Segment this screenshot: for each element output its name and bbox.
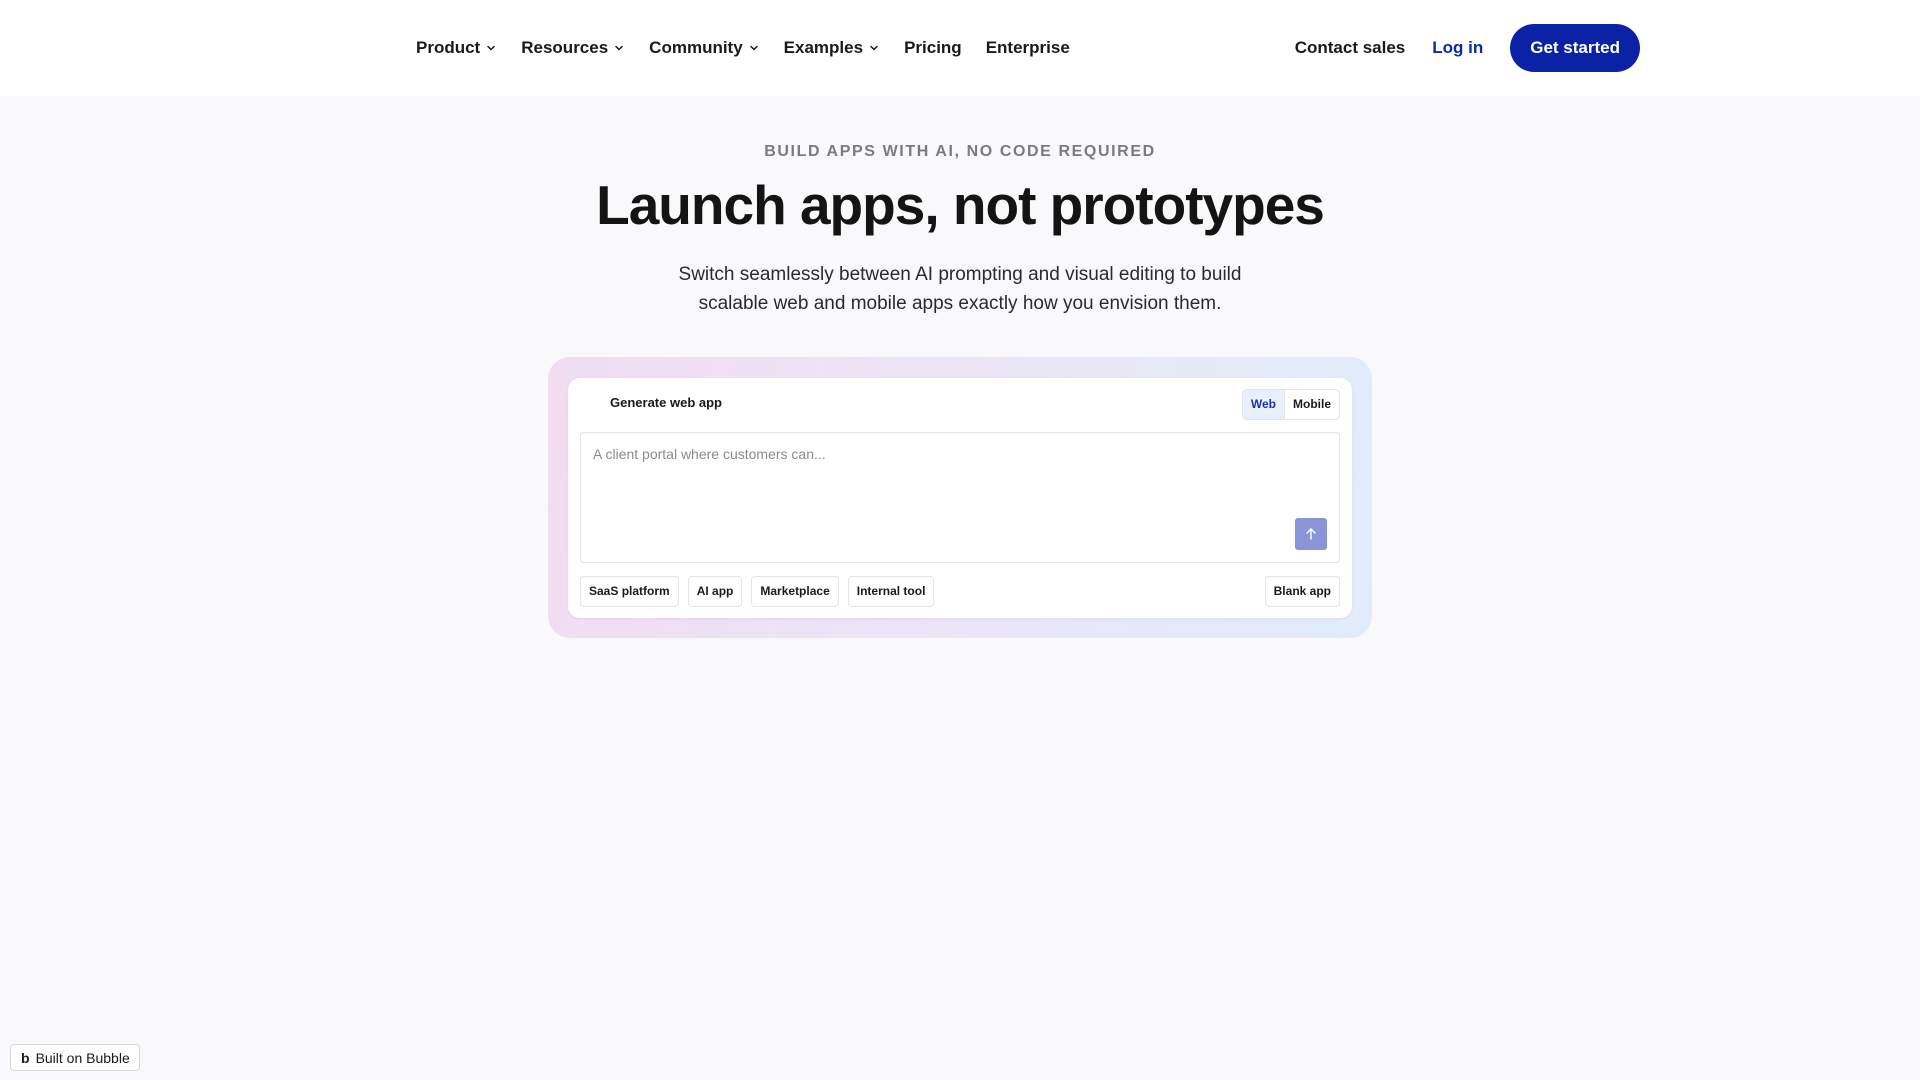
nav-item-label: Product [416, 38, 481, 57]
nav-item-label: Pricing [904, 38, 962, 57]
nav-item-label: Community [649, 38, 743, 57]
hero-subtitle: Switch seamlessly between AI prompting a… [0, 260, 1920, 318]
chip-ai-app[interactable]: AI app [687, 576, 743, 607]
site-header: Product Resources Community Examples Pri… [0, 0, 1920, 96]
badge-label: Built on Bubble [35, 1049, 130, 1066]
platform-toggle: Web Mobile [1241, 389, 1340, 420]
chevron-down-icon [749, 45, 758, 51]
hero-eyebrow: BUILD APPS WITH AI, NO CODE REQUIRED [764, 143, 1156, 160]
nav-item-enterprise[interactable]: Enterprise [986, 38, 1070, 58]
chevron-down-icon [487, 45, 495, 51]
nav-item-product[interactable]: Product [416, 38, 497, 58]
generator-title: Generate web app [610, 395, 722, 410]
log-in-link[interactable]: Log in [1432, 38, 1483, 58]
get-started-button[interactable]: Get started [1510, 24, 1640, 72]
hero-title: Launch apps, not prototypes [596, 174, 1325, 236]
nav-item-pricing[interactable]: Pricing [904, 38, 962, 58]
arrow-up-icon [1306, 528, 1316, 540]
chevron-down-icon [870, 45, 878, 51]
chevron-down-icon [615, 45, 623, 51]
hero-subtitle-line: Switch seamlessly between AI prompting a… [678, 264, 1242, 285]
chip-internal-tool[interactable]: Internal tool [847, 576, 935, 607]
header-actions: Contact sales Log in Get started [1295, 0, 1640, 96]
nav-item-resources[interactable]: Resources [521, 38, 625, 58]
send-button[interactable] [1295, 518, 1327, 550]
template-chips: SaaS platform AI app Marketplace Interna… [580, 576, 935, 607]
toggle-mobile[interactable]: Mobile [1285, 390, 1339, 419]
contact-sales-link[interactable]: Contact sales [1295, 38, 1406, 58]
main-nav: Product Resources Community Examples Pri… [416, 0, 1070, 96]
nav-item-label: Resources [521, 38, 609, 57]
toggle-web[interactable]: Web [1242, 390, 1285, 419]
prompt-box [580, 432, 1340, 563]
nav-item-community[interactable]: Community [649, 38, 760, 58]
chip-marketplace[interactable]: Marketplace [751, 576, 839, 607]
hero-subtitle-line: scalable web and mobile apps exactly how… [698, 293, 1222, 314]
generator-card: Generate web app Web Mobile SaaS platfor… [568, 378, 1352, 618]
nav-item-examples[interactable]: Examples [784, 38, 880, 58]
built-on-bubble-badge[interactable]: b Built on Bubble [10, 1044, 140, 1071]
chip-saas-platform[interactable]: SaaS platform [580, 576, 679, 607]
prompt-input[interactable] [581, 433, 1339, 562]
nav-item-label: Enterprise [985, 38, 1070, 57]
nav-item-label: Examples [783, 38, 864, 57]
bubble-logo-icon: b [21, 1049, 30, 1066]
blank-app-button[interactable]: Blank app [1264, 576, 1340, 607]
